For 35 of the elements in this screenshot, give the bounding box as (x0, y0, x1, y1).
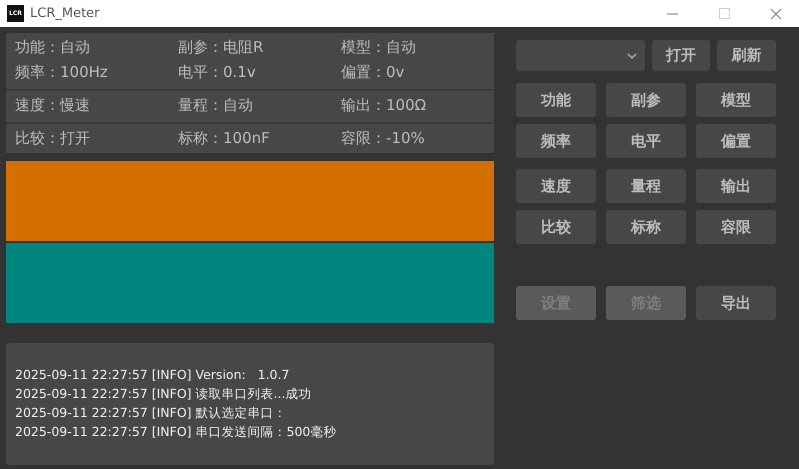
parameter-reading: 偏置：0v (341, 63, 406, 82)
function-button[interactable]: 模型 (696, 83, 776, 117)
function-button[interactable]: 电平 (606, 124, 686, 158)
port-button[interactable]: 打开 (652, 40, 710, 71)
log-line: 2025-09-11 22:27:57 [INFO] Version: 1.0.7 (15, 366, 290, 384)
chevron-down-icon (626, 52, 636, 58)
window-title: LCR_Meter (30, 6, 101, 21)
log-line: 2025-09-11 22:27:57 [INFO] 默认选定串口： (15, 404, 288, 422)
parameter-reading: 比较：打开 (15, 129, 91, 148)
function-button[interactable]: 容限 (696, 210, 776, 244)
close-icon[interactable] (770, 8, 782, 20)
function-button[interactable]: 量程 (606, 169, 686, 203)
function-button[interactable]: 功能 (516, 83, 596, 117)
parameter-reading: 模型：自动 (341, 38, 417, 57)
parameter-reading: 输出：100Ω (341, 96, 428, 115)
minimize-icon[interactable] (666, 12, 678, 14)
function-button[interactable]: 偏置 (696, 124, 776, 158)
function-button[interactable]: 速度 (516, 169, 596, 203)
function-button[interactable]: 标称 (606, 210, 686, 244)
function-button[interactable]: 频率 (516, 124, 596, 158)
parameter-reading: 速度：慢速 (15, 96, 91, 115)
log-line: 2025-09-11 22:27:57 [INFO] 读取串口列表...成功 (15, 385, 312, 403)
function-button[interactable]: 输出 (696, 169, 776, 203)
function-button[interactable]: 副参 (606, 83, 686, 117)
parameter-reading: 副参：电阻R (178, 38, 264, 57)
parameter-reading: 频率：100Hz (15, 63, 109, 82)
parameter-reading: 功能：自动 (15, 38, 91, 57)
parameter-reading: 电平：0.1v (178, 63, 257, 82)
port-button[interactable]: 刷新 (717, 40, 776, 71)
parameter-reading: 量程：自动 (178, 96, 254, 115)
function-button[interactable]: 比较 (516, 210, 596, 244)
parameter-reading: 容限：-10% (341, 129, 426, 148)
log-line: 2025-09-11 22:27:57 [INFO] 串口发送间隔：500毫秒 (15, 423, 338, 441)
parameter-reading: 标称：100nF (178, 129, 271, 148)
action-button[interactable]: 导出 (696, 286, 776, 320)
